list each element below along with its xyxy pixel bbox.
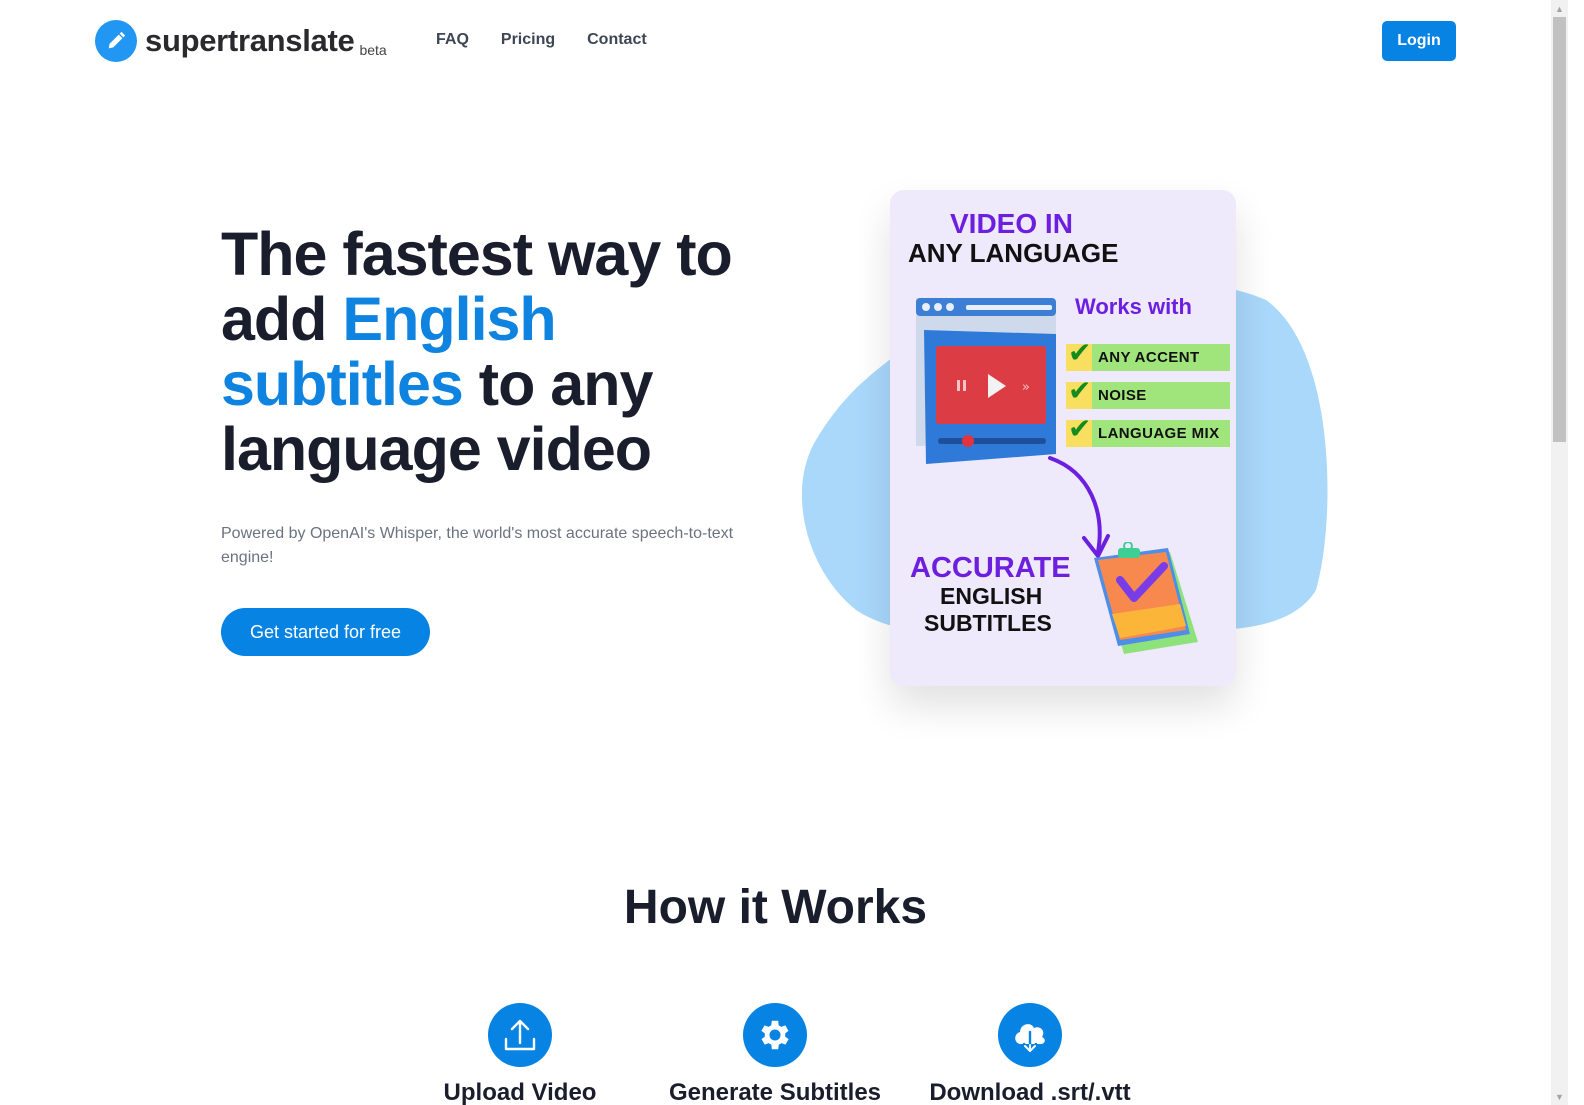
feature-row: ✔ LANGUAGE MIX	[1066, 413, 1230, 447]
hero-subtitle: Powered by OpenAI's Whisper, the world's…	[221, 525, 734, 566]
upload-icon	[488, 1003, 552, 1067]
feature-illustration-card: VIDEO IN ANY LANGUAGE » Works with ✔ ANY…	[890, 190, 1236, 686]
nav-contact[interactable]: Contact	[587, 31, 647, 49]
checkmark-icon: ✔	[1068, 375, 1092, 406]
checkmark-icon: ✔	[1068, 337, 1092, 368]
step-label: Download .srt/.vtt	[929, 1079, 1131, 1105]
feature-row: ✔ NOISE	[1066, 375, 1230, 409]
illustration-heading-1: VIDEO IN	[950, 208, 1073, 239]
step-label: Upload Video	[443, 1079, 597, 1105]
svg-text:»: »	[1022, 380, 1030, 395]
beta-badge: beta	[359, 42, 387, 58]
brand-logo[interactable]: supertranslate beta	[95, 20, 387, 62]
nav-pricing[interactable]: Pricing	[501, 31, 555, 49]
hero-title: The fastest way to add English subtitles…	[221, 222, 781, 482]
get-started-button[interactable]: Get started for free	[221, 608, 430, 656]
feature-label: NOISE	[1098, 387, 1147, 404]
how-it-works-title: How it Works	[623, 881, 928, 934]
cloud-download-icon	[998, 1003, 1062, 1067]
checkmark-icon: ✔	[1068, 413, 1092, 444]
scroll-down-arrow-icon[interactable]: ▼	[1551, 1088, 1568, 1105]
feature-label: LANGUAGE MIX	[1098, 425, 1220, 442]
step-download: Download .srt/.vtt	[920, 1003, 1140, 1105]
brand-name: supertranslate	[145, 23, 355, 58]
step-upload: Upload Video	[410, 1003, 630, 1105]
login-button[interactable]: Login	[1382, 21, 1456, 61]
gear-icon	[743, 1003, 807, 1067]
result-heading-2: ENGLISH	[940, 583, 1043, 609]
step-label: Generate Subtitles	[668, 1079, 882, 1105]
clipboard-check-icon	[1094, 542, 1198, 654]
works-with-label: Works with	[1075, 294, 1192, 319]
result-heading-3: SUBTITLES	[924, 610, 1052, 636]
video-player-icon: »	[916, 298, 1056, 464]
main-nav: FAQ Pricing Contact	[436, 31, 647, 49]
site-header: supertranslate beta FAQ Pricing Contact …	[0, 0, 1551, 84]
pencil-icon	[95, 20, 137, 62]
feature-label: ANY ACCENT	[1098, 349, 1200, 366]
result-heading-1: ACCURATE	[910, 552, 1071, 584]
scrollbar-thumb[interactable]	[1553, 17, 1566, 442]
page-scrollbar[interactable]: ▲ ▼	[1551, 0, 1568, 1105]
illustration-heading-2: ANY LANGUAGE	[908, 238, 1119, 268]
feature-row: ✔ ANY ACCENT	[1066, 337, 1230, 371]
scroll-up-arrow-icon[interactable]: ▲	[1551, 0, 1568, 17]
step-generate: Generate Subtitles	[665, 1003, 885, 1105]
nav-faq[interactable]: FAQ	[436, 31, 469, 49]
window-edge	[1568, 0, 1584, 1105]
